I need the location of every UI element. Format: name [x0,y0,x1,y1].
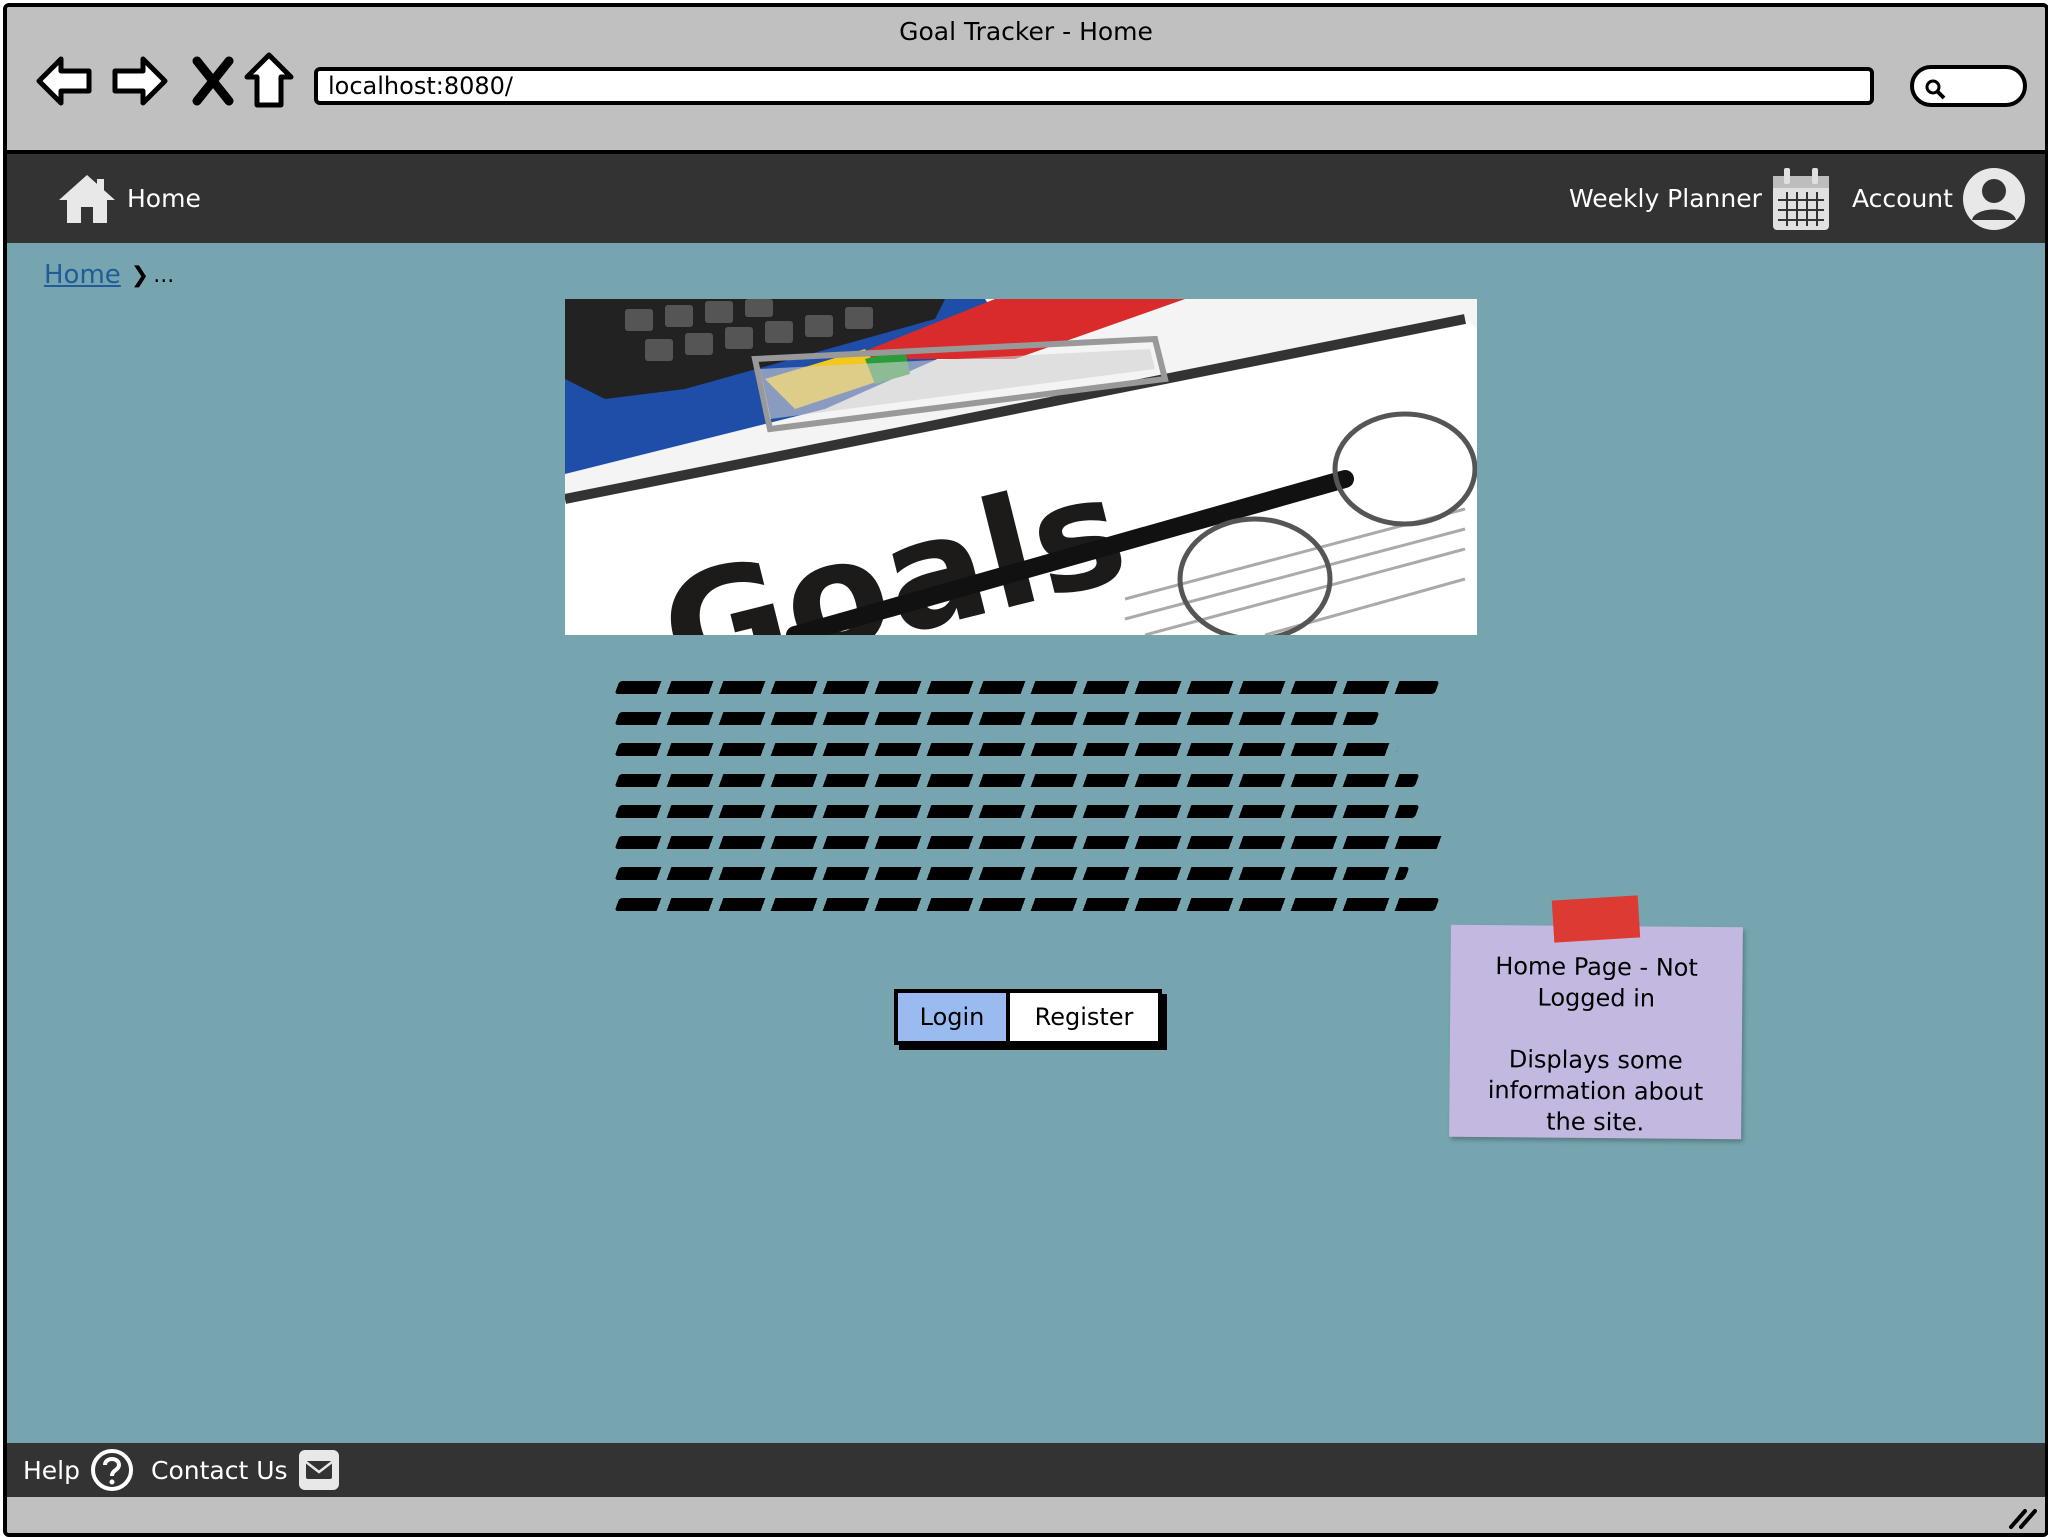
browser-window: Goal Tracker - Home localhost:8080/ Home… [3,3,2048,1537]
footer-help-link[interactable]: Help [23,1443,134,1497]
scribble-line [614,743,1400,756]
register-button[interactable]: Register [1010,993,1158,1041]
address-bar[interactable]: localhost:8080/ [314,67,1874,105]
scribble-line [614,712,1380,725]
breadcrumb-current: ... [153,262,175,288]
scribble-line [614,898,1440,911]
stop-x-icon[interactable] [183,51,243,111]
status-bar [7,1497,2045,1533]
scribble-line [614,867,1410,880]
envelope-icon [298,1450,339,1490]
resize-grip-icon[interactable] [2007,1503,2037,1529]
nav-home-label: Home [127,184,201,213]
scribble-line [614,836,1445,849]
nav-weekly-planner[interactable]: Weekly Planner [1569,154,1832,243]
sticky-note-pin [1551,895,1641,943]
auth-button-group: Login Register [894,989,1162,1045]
scribble-line [614,774,1420,787]
back-arrow-icon[interactable] [35,51,95,111]
house-icon [59,174,115,223]
scribble-line [614,805,1420,818]
sticky-note: Home Page - Not Logged in Displays some … [1449,895,1743,1140]
scribble-line [614,681,1440,694]
nav-account-label: Account [1852,184,1953,213]
footer-help-label: Help [23,1455,80,1485]
forward-arrow-icon[interactable] [109,51,169,111]
question-circle-icon [91,1449,133,1491]
goals-hero-image: Goals [565,299,1477,635]
nav-home[interactable]: Home [57,154,201,243]
window-title: Goal Tracker - Home [899,17,1153,46]
calendar-icon [1772,167,1829,230]
sticky-note-title: Home Page - Not Logged in [1495,952,1698,1013]
login-button[interactable]: Login [898,993,1010,1041]
nav-weekly-planner-label: Weekly Planner [1569,184,1762,213]
sticky-note-body: Displays some information about the site… [1487,1045,1704,1137]
browser-chrome: Goal Tracker - Home localhost:8080/ [7,7,2045,154]
placeholder-paragraph [614,681,1445,929]
main-content: Home ❯ ... Goals Login Register Home Pag… [7,243,2045,1443]
browser-search-box[interactable] [1910,65,2027,107]
breadcrumb-separator: ❯ [130,262,150,288]
footer: Help Contact Us [7,1443,2045,1497]
user-avatar-icon [1962,167,2025,230]
breadcrumb: Home ❯ ... [44,260,174,290]
footer-contact-label: Contact Us [151,1455,288,1485]
search-icon [1925,79,1946,100]
nav-account[interactable]: Account [1852,154,2027,243]
footer-contact-link[interactable]: Contact Us [151,1443,340,1497]
breadcrumb-home-link[interactable]: Home [44,260,121,290]
top-navigation: Home Weekly Planner Account [7,154,2045,243]
home-arrow-icon[interactable] [239,51,299,111]
